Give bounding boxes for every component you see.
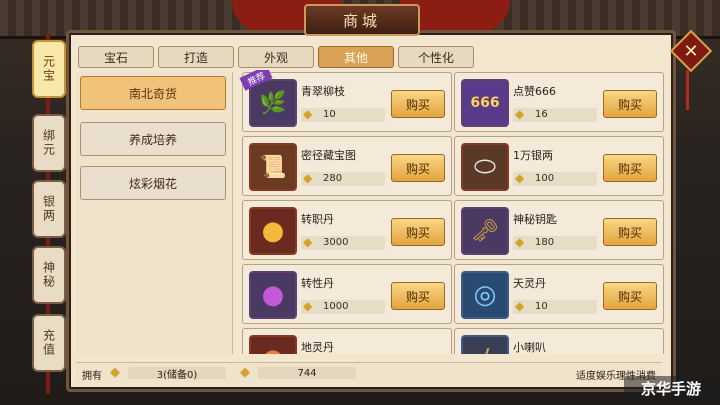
side-tab-yuanbao[interactable]: 元宝	[32, 40, 66, 98]
category-yanhua[interactable]: 炫彩烟花	[80, 166, 226, 200]
item-price: 16	[535, 109, 548, 120]
item-card: ◎ 天灵丹 ◆ 10 购买	[454, 264, 664, 324]
buy-button[interactable]: 购买	[603, 90, 657, 118]
close-icon: ✕	[683, 40, 699, 62]
item-price: 1000	[323, 301, 349, 312]
gold-icon: ◆	[515, 299, 525, 313]
side-tab-bangyuan[interactable]: 绑元	[32, 114, 66, 172]
price-bar	[513, 108, 597, 122]
item-name: 转性丹	[301, 277, 334, 290]
item-price: 10	[323, 109, 336, 120]
buy-button[interactable]: 购买	[391, 154, 445, 182]
item-name: 地灵丹	[301, 341, 334, 354]
item-name: 天灵丹	[513, 277, 546, 290]
item-card: 🌿 推荐 青翠柳枝 ◆ 10 购买	[239, 70, 452, 132]
item-card: ⬭ 1万银两 ◆ 100 购买	[454, 136, 664, 196]
item-price: 180	[535, 237, 555, 248]
item-name: 密径藏宝图	[301, 149, 356, 162]
buy-button[interactable]: 购买	[603, 282, 657, 310]
item-name: 小喇叭	[513, 341, 546, 354]
tab-appearance[interactable]: 外观	[238, 46, 314, 68]
price-bar	[301, 172, 385, 186]
category-yangcheng[interactable]: 养成培养	[80, 122, 226, 156]
like-666-icon: 666	[461, 79, 509, 127]
tab-gems[interactable]: 宝石	[78, 46, 154, 68]
item-name: 点赞666	[513, 85, 556, 98]
treasure-map-icon: 📜	[249, 143, 297, 191]
tab-forge[interactable]: 打造	[158, 46, 234, 68]
buy-button[interactable]: 购买	[603, 218, 657, 246]
gold-ingot-icon: ◆	[110, 365, 120, 380]
gold-amount: 3(储备0)	[128, 367, 226, 381]
gold-icon: ◆	[303, 171, 313, 185]
item-card: ● 转职丹 ◆ 3000 购买	[242, 200, 452, 260]
tassel-decoration	[686, 70, 689, 110]
currency-bar: 拥有 ◆ 3(储备0) ◆ 744 适度娱乐理性消费	[76, 362, 662, 383]
item-card: 666 点赞666 ◆ 16 购买	[454, 72, 664, 132]
window-title: 商城	[304, 4, 420, 36]
silver-ingot-icon: ⬭	[461, 143, 509, 191]
willow-branch-icon: 🌿	[249, 79, 297, 127]
gold-icon: ◆	[515, 171, 525, 185]
own-label: 拥有	[82, 371, 102, 382]
item-grid: 🌿 推荐 青翠柳枝 ◆ 10 购买 666 点赞666 ◆ 16 购买 📜 密径…	[236, 70, 664, 354]
item-price: 100	[535, 173, 555, 184]
item-price: 280	[323, 173, 343, 184]
top-tab-bar: 宝石 打造 外观 其他 个性化	[78, 46, 474, 68]
bound-gold-icon: ◆	[240, 365, 250, 380]
tab-personalize[interactable]: 个性化	[398, 46, 474, 68]
item-name: 神秘钥匙	[513, 213, 557, 226]
bound-amount: 744	[258, 367, 356, 379]
buy-button[interactable]: 购买	[391, 218, 445, 246]
gender-change-pill-icon: ●	[249, 271, 297, 319]
item-name: 转职丹	[301, 213, 334, 226]
gold-icon: ◆	[303, 299, 313, 313]
item-price: 10	[535, 301, 548, 312]
category-column	[76, 72, 233, 354]
tab-other[interactable]: 其他	[318, 46, 394, 68]
job-change-pill-icon: ●	[249, 207, 297, 255]
category-nanbei[interactable]: 南北奇货	[80, 76, 226, 110]
watermark: 京华手游	[624, 376, 718, 400]
mystery-key-icon: 🗝	[461, 207, 509, 255]
item-price: 3000	[323, 237, 349, 248]
gold-icon: ◆	[303, 235, 313, 249]
item-card: 📜 密径藏宝图 ◆ 280 购买	[242, 136, 452, 196]
side-tab-shenmi[interactable]: 神秘	[32, 246, 66, 304]
buy-button[interactable]: 购买	[603, 154, 657, 182]
item-name: 1万银两	[513, 149, 553, 162]
earth-spirit-pill-icon: ●	[249, 335, 297, 354]
buy-button[interactable]: 购买	[391, 282, 445, 310]
item-card: / 小喇叭	[454, 328, 664, 354]
gold-icon: ◆	[515, 235, 525, 249]
gold-icon: ◆	[515, 107, 525, 121]
item-card: ● 地灵丹	[242, 328, 452, 354]
price-bar	[513, 300, 597, 314]
horn-icon: /	[461, 335, 509, 354]
side-tab-yinliang[interactable]: 银两	[32, 180, 66, 238]
price-bar	[301, 108, 385, 122]
side-tab-chongzhi[interactable]: 充值	[32, 314, 66, 372]
buy-button[interactable]: 购买	[391, 90, 445, 118]
price-bar	[513, 172, 597, 186]
sky-spirit-pill-icon: ◎	[461, 271, 509, 319]
price-bar	[513, 236, 597, 250]
item-card: 🗝 神秘钥匙 ◆ 180 购买	[454, 200, 664, 260]
gold-icon: ◆	[303, 107, 313, 121]
item-card: ● 转性丹 ◆ 1000 购买	[242, 264, 452, 324]
item-name: 青翠柳枝	[301, 85, 345, 98]
